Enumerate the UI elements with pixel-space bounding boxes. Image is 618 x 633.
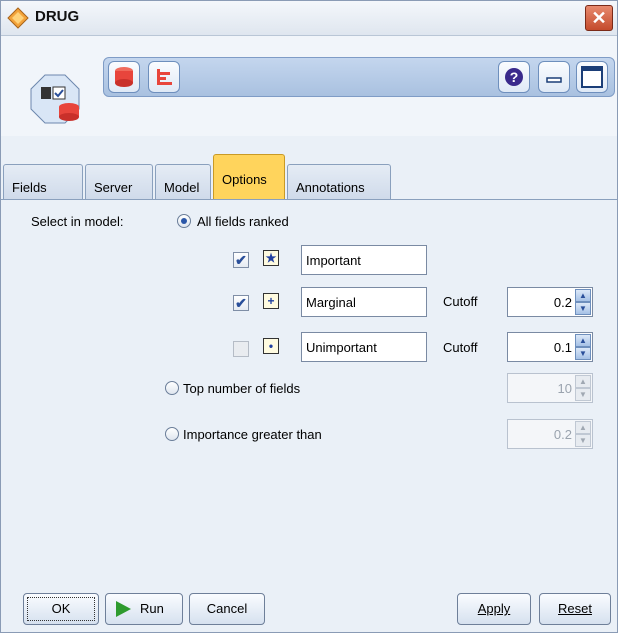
cancel-button[interactable]: Cancel [189, 593, 265, 625]
tab-options[interactable]: Options [213, 154, 285, 201]
spin-down-icon: ▼ [575, 434, 591, 447]
ok-button[interactable]: OK [23, 593, 99, 625]
important-checkbox[interactable]: ✔ [233, 252, 249, 268]
plus-icon: + [263, 293, 279, 309]
close-button[interactable]: ✕ [585, 5, 613, 31]
unimportant-cutoff-label: Cutoff [443, 340, 478, 355]
dialog-window: DRUG ✕ ? Fields Server Model Options Ann… [0, 0, 618, 633]
tab-bar: Fields Server Model Options Annotations [1, 154, 617, 201]
tab-server[interactable]: Server [85, 164, 153, 200]
options-panel: Select in model: All fields ranked ✔ ★ I… [1, 199, 617, 592]
importance-greater-label: Importance greater than [183, 427, 322, 442]
run-button[interactable]: Run [105, 593, 183, 625]
tab-annotations[interactable]: Annotations [287, 164, 391, 200]
spin-down-icon: ▼ [575, 388, 591, 401]
minimize-icon [546, 77, 562, 83]
top-number-value: 10 [557, 381, 572, 396]
window-title: DRUG [35, 8, 80, 25]
spin-up-icon: ▲ [575, 375, 591, 388]
select-in-model-label: Select in model: [31, 214, 124, 229]
unimportant-label-field[interactable]: Unimportant [301, 332, 427, 362]
marginal-label-field[interactable]: Marginal [301, 287, 427, 317]
chart-icon [157, 69, 172, 85]
database-button[interactable] [108, 61, 140, 93]
database-icon [115, 67, 133, 87]
marginal-cutoff-value: 0.2 [553, 295, 572, 310]
marginal-checkbox[interactable]: ✔ [233, 295, 249, 311]
maximize-icon [581, 66, 603, 88]
model-node-icon [30, 74, 80, 124]
all-fields-ranked-radio[interactable] [177, 214, 191, 228]
chart-button[interactable] [148, 61, 180, 93]
button-bar: OK Run Cancel Apply Reset [1, 591, 617, 632]
star-icon: ★ [263, 250, 279, 266]
play-icon [116, 601, 131, 617]
node-diamond-icon [7, 7, 29, 29]
top-number-label: Top number of fields [183, 381, 301, 396]
unimportant-cutoff-spinner[interactable]: 0.1 ▲ ▼ [507, 332, 593, 362]
all-fields-ranked-label: All fields ranked [197, 214, 289, 229]
top-number-spinner: 10 ▲ ▼ [507, 373, 593, 403]
spin-up-icon[interactable]: ▲ [575, 289, 591, 302]
tab-model[interactable]: Model [155, 164, 211, 200]
tool-strip: ? [103, 57, 615, 97]
tab-fields[interactable]: Fields [3, 164, 83, 200]
help-button[interactable]: ? [498, 61, 530, 93]
importance-greater-spinner: 0.2 ▲ ▼ [507, 419, 593, 449]
maximize-button[interactable] [576, 61, 608, 93]
svg-text:?: ? [510, 69, 519, 85]
importance-greater-radio[interactable] [165, 427, 179, 441]
marginal-cutoff-label: Cutoff [443, 294, 478, 309]
marginal-cutoff-spinner[interactable]: 0.2 ▲ ▼ [507, 287, 593, 317]
minimize-button[interactable] [538, 61, 570, 93]
help-icon: ? [505, 68, 523, 86]
important-label-field[interactable]: Important [301, 245, 427, 275]
unimportant-checkbox[interactable] [233, 341, 249, 357]
spin-up-icon: ▲ [575, 421, 591, 434]
spin-up-icon[interactable]: ▲ [575, 334, 591, 347]
spin-down-icon[interactable]: ▼ [575, 347, 591, 360]
run-label: Run [140, 601, 164, 616]
apply-button[interactable]: Apply [457, 593, 531, 625]
unimportant-cutoff-value: 0.1 [553, 340, 572, 355]
spin-down-icon[interactable]: ▼ [575, 302, 591, 315]
title-bar[interactable]: DRUG ✕ [1, 1, 617, 36]
top-number-radio[interactable] [165, 381, 179, 395]
importance-greater-value: 0.2 [553, 427, 572, 442]
dot-icon: • [263, 338, 279, 354]
reset-button[interactable]: Reset [539, 593, 611, 625]
